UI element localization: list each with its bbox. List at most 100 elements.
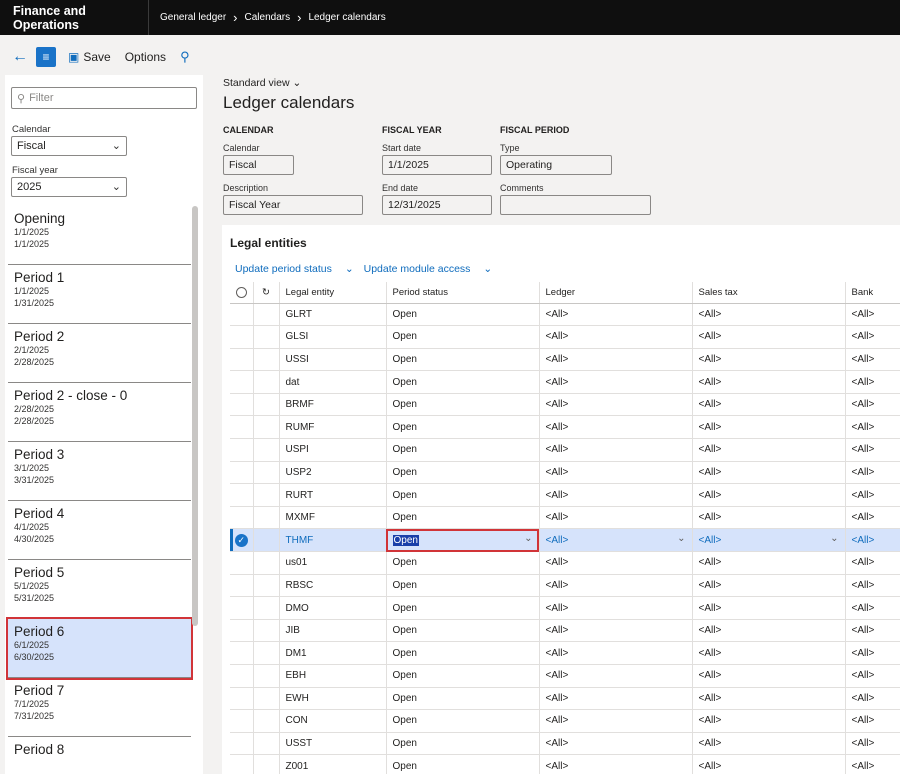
legal-entity-cell[interactable]: us01 — [279, 551, 387, 575]
bank-cell[interactable]: <All> — [845, 393, 900, 417]
bank-cell[interactable]: <All> — [845, 461, 900, 485]
period-item-8[interactable]: Period 8 — [8, 737, 191, 774]
menu-icon[interactable]: ≡ — [36, 47, 56, 67]
legal-entity-cell[interactable]: DM1 — [279, 641, 387, 665]
period-list-scrollbar[interactable] — [192, 206, 198, 626]
row-select-cell[interactable] — [230, 551, 254, 575]
end-date-field[interactable]: 12/31/2025 — [382, 195, 492, 215]
period-item-2[interactable]: Period 2 2/1/2025 2/28/2025 — [8, 324, 191, 383]
bank-cell[interactable]: <All> — [845, 415, 900, 440]
ledger-cell[interactable]: <All> — [539, 415, 693, 440]
breadcrumb-calendars[interactable]: Calendars — [245, 12, 291, 23]
ledger-cell[interactable]: <All> — [539, 325, 693, 349]
row-select-cell[interactable] — [230, 664, 254, 688]
row-select-cell[interactable] — [230, 574, 254, 598]
row-select-cell[interactable] — [230, 687, 254, 711]
legal-entity-cell[interactable]: EWH — [279, 687, 387, 711]
bank-cell[interactable]: <All> — [845, 506, 900, 530]
column-header-ledger[interactable]: Ledger — [539, 282, 693, 304]
sales-tax-cell[interactable]: <All> — [692, 687, 846, 711]
legal-entity-cell[interactable]: MXMF — [279, 506, 387, 530]
sales-tax-cell[interactable]: <All> — [692, 348, 846, 372]
ledger-cell[interactable]: <All> — [539, 641, 693, 665]
legal-entity-cell[interactable]: USST — [279, 732, 387, 756]
period-status-cell[interactable]: Open — [386, 348, 540, 372]
back-arrow-icon[interactable]: ← — [8, 48, 32, 66]
ledger-cell[interactable]: <All> — [539, 483, 693, 507]
row-select-cell[interactable] — [230, 303, 254, 327]
period-status-cell[interactable]: Open — [386, 687, 540, 711]
legal-entity-cell[interactable]: THMF — [279, 528, 387, 553]
period-status-cell[interactable]: Open — [386, 506, 540, 530]
period-status-cell[interactable]: Open — [386, 325, 540, 349]
table-row[interactable]: Z001 Open <All> <All> <All> — [230, 754, 900, 774]
sales-tax-cell[interactable]: <All> — [692, 641, 846, 665]
period-status-cell[interactable]: Open — [386, 596, 540, 620]
bank-cell[interactable]: <All> — [845, 732, 900, 756]
breadcrumb-general-ledger[interactable]: General ledger — [160, 12, 226, 23]
row-select-cell[interactable] — [230, 619, 254, 643]
period-status-cell[interactable]: Open — [386, 415, 540, 440]
table-row[interactable]: GLSI Open <All> <All> <All> — [230, 325, 900, 349]
period-item-3[interactable]: Period 3 3/1/2025 3/31/2025 — [8, 442, 191, 501]
period-item-7[interactable]: Period 7 7/1/2025 7/31/2025 — [8, 678, 191, 737]
sales-tax-cell[interactable]: <All> — [692, 506, 846, 530]
legal-entity-cell[interactable]: GLRT — [279, 303, 387, 327]
table-row[interactable]: CON Open <All> <All> <All> — [230, 709, 900, 733]
table-row[interactable]: dat Open <All> <All> <All> — [230, 370, 900, 394]
ledger-cell[interactable]: <All> — [539, 506, 693, 530]
period-status-cell[interactable]: Open — [386, 483, 540, 507]
row-select-cell[interactable] — [230, 415, 254, 440]
legal-entity-cell[interactable]: EBH — [279, 664, 387, 688]
legal-entity-cell[interactable]: USPI — [279, 438, 387, 462]
chevron-down-icon[interactable]: ⌄ — [830, 533, 838, 544]
table-row[interactable]: MXMF Open <All> <All> <All> — [230, 506, 900, 530]
sales-tax-cell[interactable]: <All> — [692, 370, 846, 394]
table-row[interactable]: RURT Open <All> <All> <All> — [230, 483, 900, 507]
bank-cell[interactable]: <All> — [845, 303, 900, 327]
row-select-cell[interactable] — [230, 393, 254, 417]
row-select-cell[interactable] — [230, 732, 254, 756]
app-name[interactable]: Finance and Operations — [0, 0, 149, 35]
sales-tax-cell[interactable]: <All> — [692, 574, 846, 598]
legal-entity-cell[interactable]: RUMF — [279, 415, 387, 440]
chevron-down-icon[interactable]: ⌄ — [677, 533, 685, 544]
sales-tax-cell[interactable]: <All> — [692, 325, 846, 349]
ledger-cell[interactable]: <All> — [539, 596, 693, 620]
table-row[interactable]: BRMF Open <All> <All> <All> — [230, 393, 900, 417]
sales-tax-cell[interactable]: <All> — [692, 393, 846, 417]
period-status-cell[interactable]: Open ⌄ — [386, 528, 540, 553]
filter-input[interactable]: ⚲ Filter — [11, 87, 197, 109]
legal-entity-cell[interactable]: RBSC — [279, 574, 387, 598]
bank-cell[interactable]: <All> — [845, 619, 900, 643]
sales-tax-cell[interactable]: <All> — [692, 461, 846, 485]
ledger-cell[interactable]: <All> — [539, 438, 693, 462]
table-row[interactable]: GLRT Open <All> <All> <All> — [230, 303, 900, 327]
search-icon[interactable]: ⚲ — [180, 49, 190, 65]
row-select-cell[interactable] — [230, 325, 254, 349]
bank-cell[interactable]: <All> — [845, 483, 900, 507]
ledger-cell[interactable]: <All> — [539, 393, 693, 417]
bank-cell[interactable]: <All> — [845, 687, 900, 711]
period-status-cell[interactable]: Open — [386, 461, 540, 485]
row-select-cell[interactable] — [230, 596, 254, 620]
table-row[interactable]: DMO Open <All> <All> <All> — [230, 596, 900, 620]
period-item-4[interactable]: Period 4 4/1/2025 4/30/2025 — [8, 501, 191, 560]
period-status-cell[interactable]: Open — [386, 619, 540, 643]
column-header-period-status[interactable]: Period status — [386, 282, 540, 304]
period-status-cell[interactable]: Open — [386, 574, 540, 598]
table-row[interactable]: JIB Open <All> <All> <All> — [230, 619, 900, 643]
calendar-select[interactable]: Fiscal ⌄ — [11, 136, 127, 156]
bank-cell[interactable]: <All> — [845, 551, 900, 575]
period-status-cell[interactable]: Open — [386, 732, 540, 756]
fiscal-year-select[interactable]: 2025 ⌄ — [11, 177, 127, 197]
row-select-cell[interactable] — [230, 483, 254, 507]
table-row[interactable]: EBH Open <All> <All> <All> — [230, 664, 900, 688]
bank-cell[interactable]: <All> — [845, 370, 900, 394]
ledger-cell[interactable]: <All> — [539, 461, 693, 485]
bank-cell[interactable]: <All> — [845, 325, 900, 349]
comments-field[interactable] — [500, 195, 651, 215]
table-row[interactable]: USSI Open <All> <All> <All> — [230, 348, 900, 372]
sales-tax-cell[interactable]: <All> — [692, 754, 846, 774]
save-button[interactable]: ▣ Save — [68, 50, 111, 64]
